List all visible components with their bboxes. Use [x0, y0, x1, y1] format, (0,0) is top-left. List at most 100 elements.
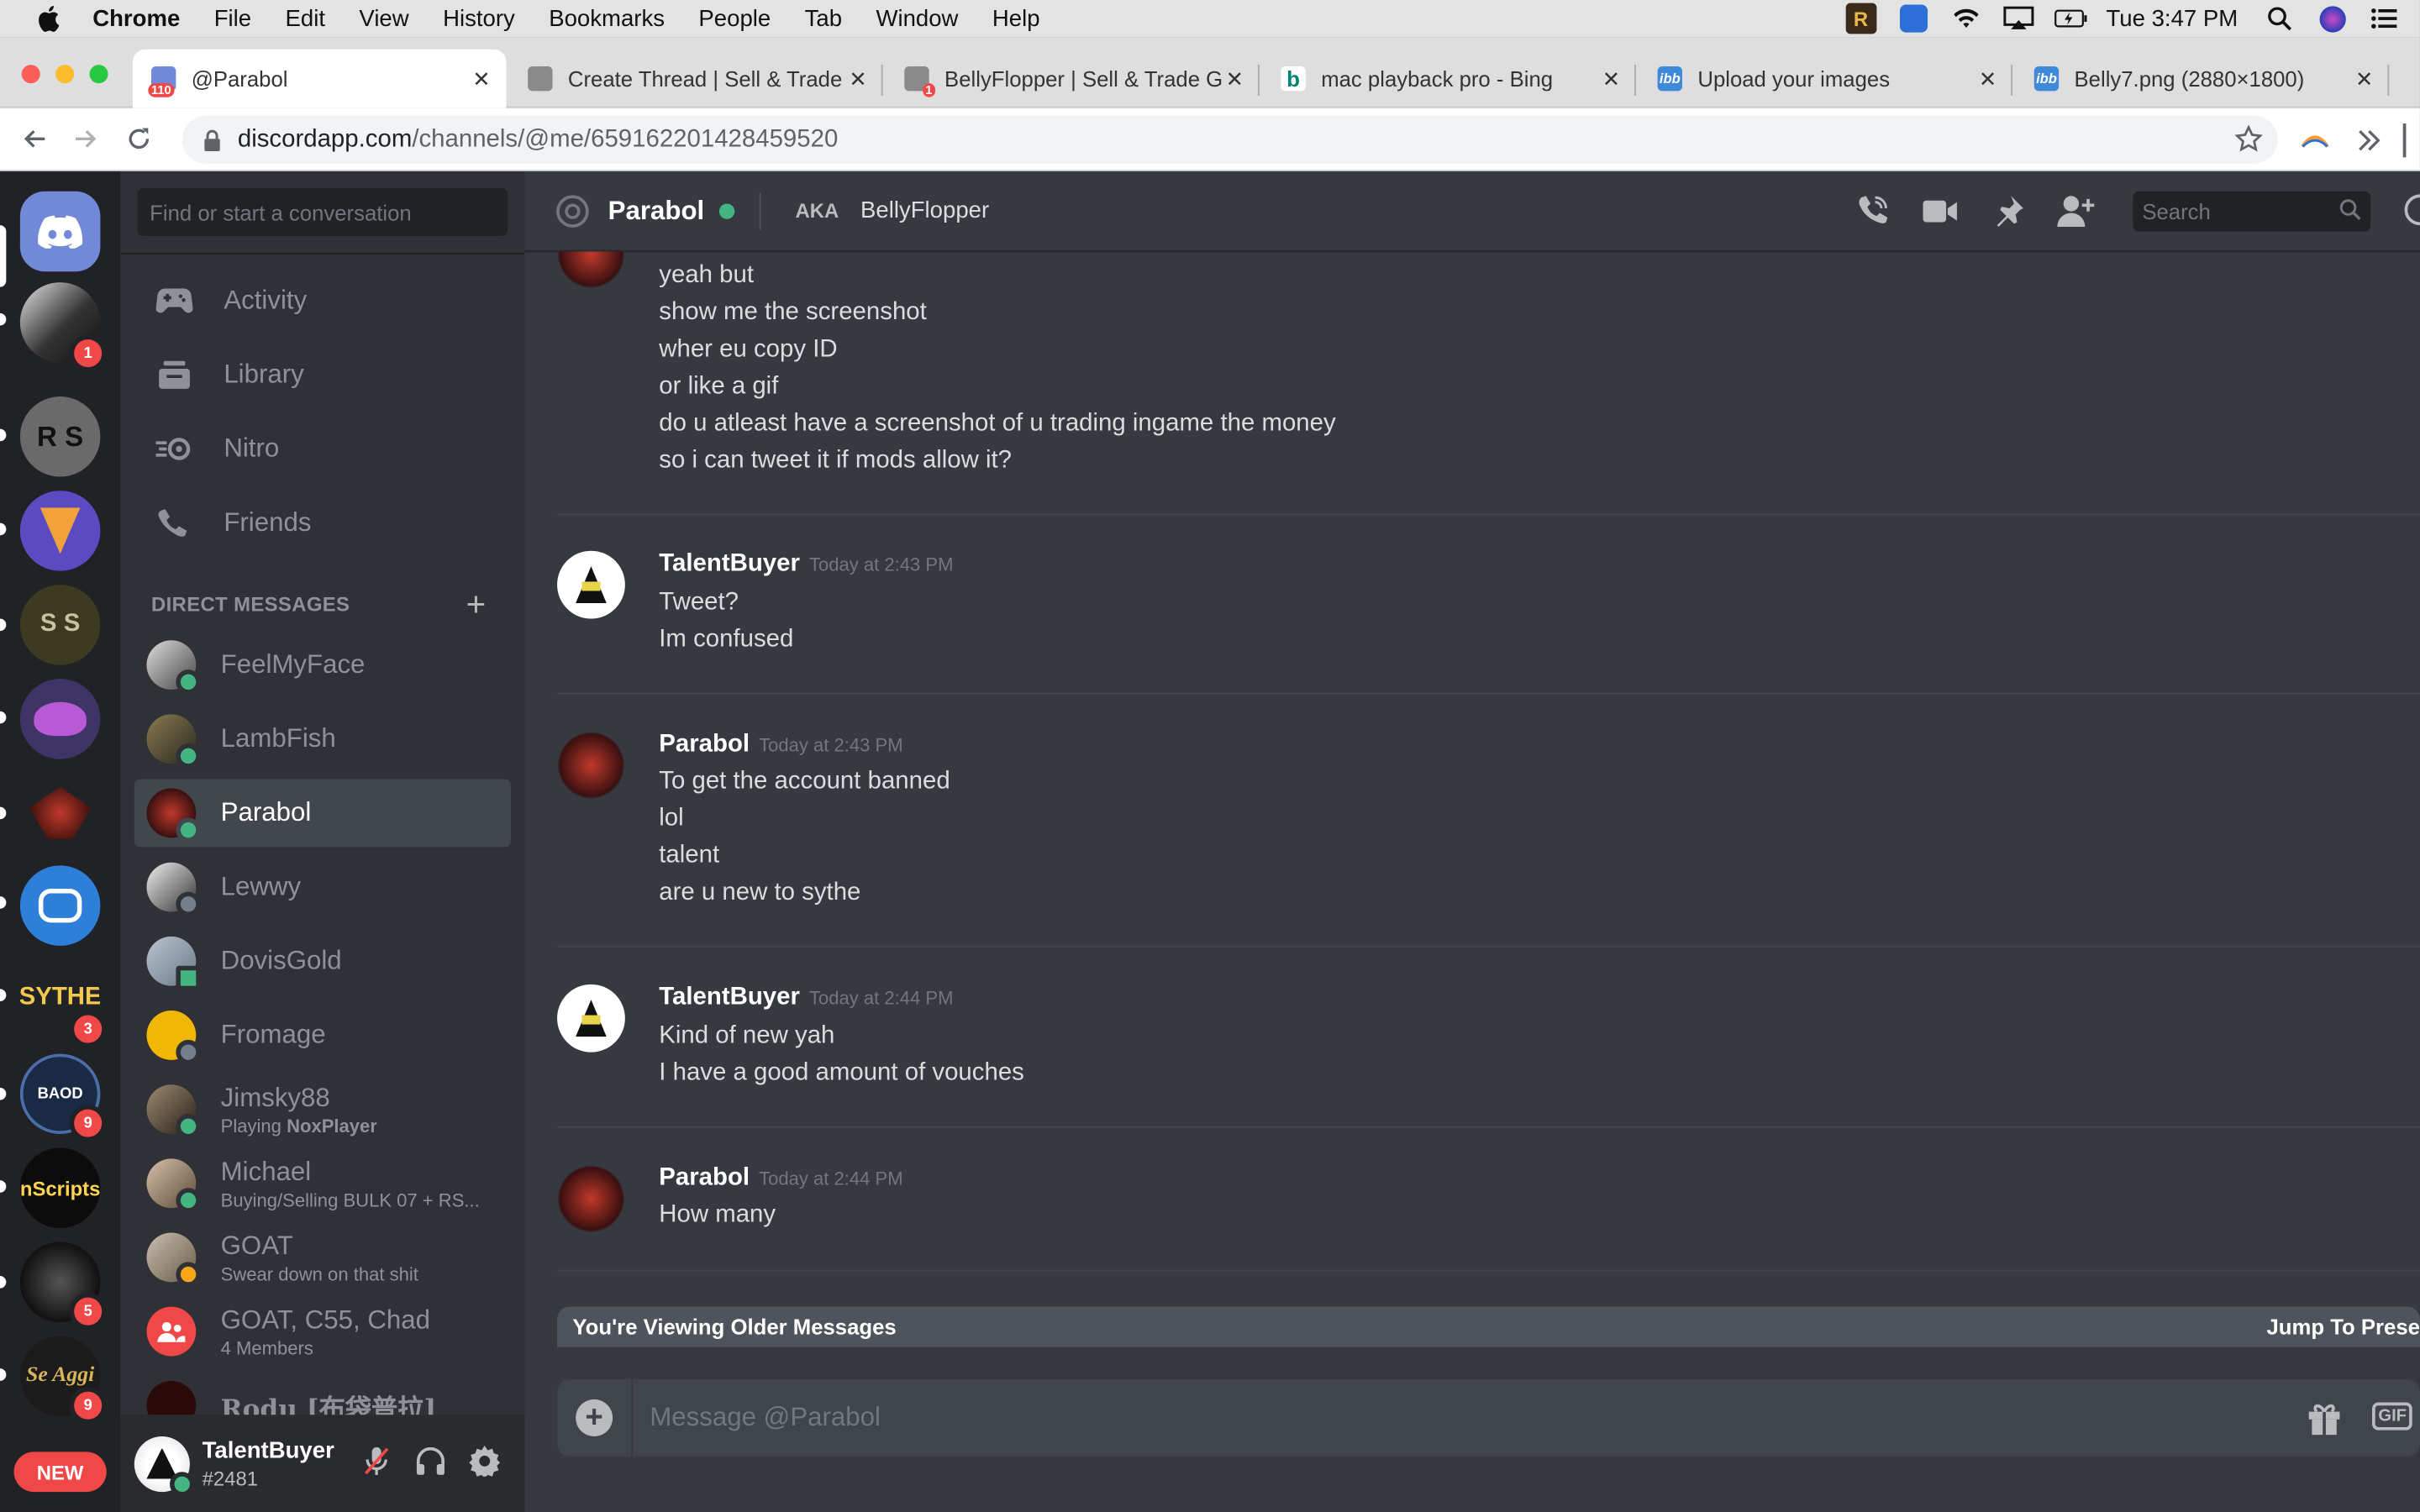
menu-history[interactable]: History [443, 5, 515, 31]
dm-item-feelmyface[interactable]: FeelMyFace [134, 631, 511, 699]
siri-icon[interactable] [2315, 5, 2349, 33]
message-author[interactable]: Parabol Today at 2:43 PM [659, 732, 902, 759]
message-avatar[interactable] [557, 984, 625, 1053]
message-author[interactable]: TalentBuyer Today at 2:43 PM [659, 551, 953, 579]
wifi-icon[interactable] [1949, 5, 1982, 33]
jump-to-present-button[interactable]: Jump To Prese [2267, 1315, 2420, 1339]
create-dm-plus-icon[interactable]: + [466, 585, 487, 625]
menu-window[interactable]: Window [876, 5, 958, 31]
dm-item-parabol[interactable]: Parabol [134, 779, 511, 848]
server-icon-monster[interactable] [19, 679, 101, 759]
dm-name: Michael [220, 1156, 312, 1186]
dm-item-goat[interactable]: GOAT Swear down on that shit [134, 1224, 511, 1292]
tab-belly7[interactable]: ibb Belly7.png (2880×1800) ✕ [2016, 50, 2390, 108]
message-avatar[interactable] [557, 731, 625, 800]
help-icon[interactable] [2404, 194, 2420, 226]
extension-puzzle-icon[interactable] [2350, 123, 2384, 157]
window-zoom-button[interactable] [89, 65, 108, 84]
author-name[interactable]: Parabol [659, 732, 750, 758]
spotlight-search-icon[interactable] [2263, 5, 2296, 33]
window-minimize-button[interactable] [55, 65, 75, 84]
bookmark-star-icon[interactable] [2234, 124, 2263, 160]
menubar-clock[interactable]: Tue 3:47 PM [2106, 5, 2238, 31]
author-name[interactable]: TalentBuyer [659, 551, 800, 577]
user-avatar[interactable] [134, 1436, 195, 1496]
dm-item-fromage[interactable]: Fromage [134, 1001, 511, 1069]
teamviewer-icon[interactable] [1897, 4, 1930, 33]
tab-bing[interactable]: b mac playback pro - Bing ✕ [1262, 50, 1636, 108]
message-input[interactable]: Message @Parabol [650, 1403, 881, 1434]
airplay-icon[interactable] [2002, 5, 2035, 33]
tab-title: Create Thread | Sell & Trade [567, 66, 843, 92]
battery-icon[interactable] [2054, 5, 2087, 33]
add-friend-to-dm-icon[interactable] [2055, 192, 2096, 232]
tab-bellyflopper[interactable]: 1 BellyFlopper | Sell & Trade G ✕ [886, 50, 1260, 108]
runelite-icon[interactable]: R [1844, 3, 1877, 34]
window-close-button[interactable] [21, 65, 40, 84]
tab-create-thread[interactable]: Create Thread | Sell & Trade ✕ [509, 50, 883, 108]
voice-call-icon[interactable] [1852, 192, 1892, 232]
message-avatar[interactable] [557, 1164, 625, 1233]
lock-icon[interactable] [201, 129, 223, 151]
menu-help[interactable]: Help [992, 5, 1040, 31]
tab-close-icon[interactable]: ✕ [2352, 66, 2376, 92]
nav-nitro[interactable]: Nitro [134, 417, 511, 481]
gif-button[interactable]: GIF [2372, 1402, 2413, 1431]
server-icon-nscripts[interactable]: nScripts [19, 1147, 101, 1229]
forward-button[interactable] [68, 120, 105, 157]
message-composer[interactable]: + Message @Parabol GIF [557, 1379, 2420, 1457]
message-author[interactable]: TalentBuyer Today at 2:44 PM [659, 984, 953, 1012]
extension-icon[interactable] [2298, 123, 2332, 157]
upload-plus-icon[interactable]: + [576, 1399, 613, 1436]
nav-friends[interactable]: Friends [134, 491, 511, 555]
mute-microphone-icon[interactable] [358, 1442, 395, 1479]
apple-icon[interactable] [34, 5, 61, 33]
dm-item-group[interactable]: GOAT, C55, Chad 4 Members [134, 1298, 511, 1366]
find-conversation-input[interactable]: Find or start a conversation [137, 188, 508, 237]
dm-item-michael[interactable]: Michael Buying/Selling BULK 07 + RS... [134, 1149, 511, 1217]
message-avatar[interactable] [557, 550, 625, 619]
dm-item-dovisgold[interactable]: DovisGold [134, 927, 511, 995]
new-unreads-pill[interactable]: NEW [13, 1452, 107, 1493]
server-icon-rs[interactable]: R S [19, 396, 101, 477]
tab-close-icon[interactable]: ✕ [1975, 66, 2000, 92]
message-author[interactable]: Parabol Today at 2:44 PM [659, 1165, 902, 1193]
reload-button[interactable] [120, 120, 157, 157]
menu-file[interactable]: File [214, 5, 251, 31]
server-icon-pizza[interactable] [19, 491, 101, 571]
settings-gear-icon[interactable] [466, 1442, 503, 1479]
menu-view[interactable]: View [359, 5, 408, 31]
notification-center-icon[interactable] [2367, 5, 2401, 33]
menu-app-name[interactable]: Chrome [92, 5, 180, 31]
url-host: discordapp.com [237, 125, 413, 152]
pinned-messages-icon[interactable] [1988, 192, 2028, 232]
server-icon-dragon[interactable] [19, 773, 101, 853]
message-avatar[interactable] [557, 251, 625, 289]
tab-close-icon[interactable]: ✕ [469, 66, 493, 92]
server-icon-ss[interactable]: S S [19, 585, 101, 665]
menu-tab[interactable]: Tab [805, 5, 842, 31]
back-button[interactable] [15, 120, 52, 157]
tab-close-icon[interactable]: ✕ [1223, 66, 1247, 92]
author-name[interactable]: Parabol [659, 1165, 750, 1191]
tab-close-icon[interactable]: ✕ [1599, 66, 1623, 92]
server-icon-bot[interactable] [19, 865, 101, 946]
menu-edit[interactable]: Edit [286, 5, 325, 31]
tab-close-icon[interactable]: ✕ [846, 66, 871, 92]
dm-item-jimsky88[interactable]: Jimsky88 Playing NoxPlayer [134, 1075, 511, 1143]
nav-activity[interactable]: Activity [134, 269, 511, 333]
video-call-icon[interactable] [1920, 192, 1960, 232]
menu-people[interactable]: People [698, 5, 771, 31]
tab-upload-images[interactable]: ibb Upload your images ✕ [1639, 50, 2013, 108]
author-name[interactable]: TalentBuyer [659, 984, 800, 1011]
menu-bookmarks[interactable]: Bookmarks [549, 5, 665, 31]
discord-home-button[interactable] [19, 191, 101, 272]
gift-icon[interactable] [2306, 1399, 2343, 1444]
chat-search-input[interactable]: Search [2133, 191, 2371, 232]
nav-library[interactable]: Library [134, 343, 511, 407]
dm-item-lambfish[interactable]: LambFish [134, 705, 511, 773]
address-bar[interactable]: discordapp.com/channels/@me/659162201428… [182, 115, 2278, 164]
headphones-icon[interactable] [412, 1442, 449, 1479]
tab-parabol[interactable]: 110 @Parabol ✕ [132, 49, 507, 108]
dm-item-lewwy[interactable]: Lewwy [134, 853, 511, 921]
